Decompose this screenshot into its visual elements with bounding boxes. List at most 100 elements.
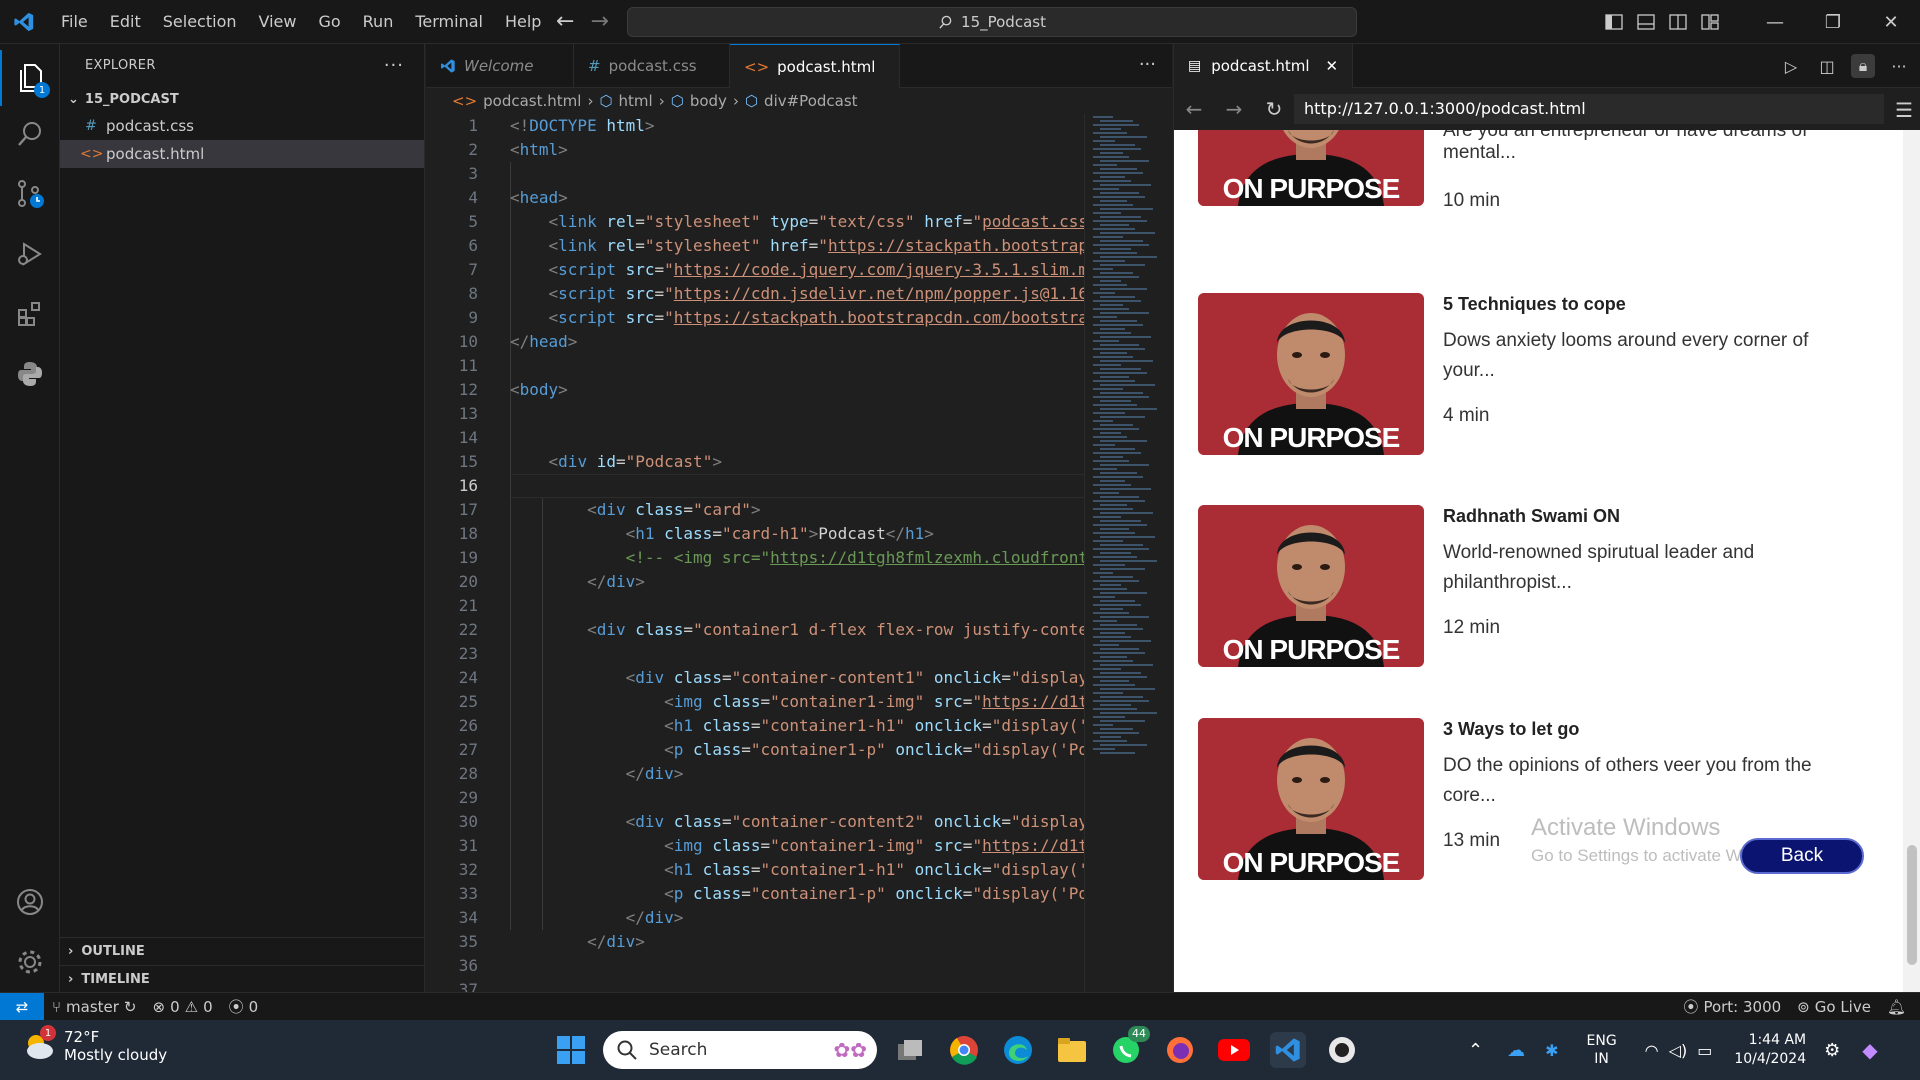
code-line[interactable]: 36 bbox=[426, 954, 1084, 978]
weather-widget[interactable]: 1 72°F Mostly cloudy bbox=[22, 1025, 167, 1064]
code-line[interactable]: 6 <link rel="stylesheet" href="https://s… bbox=[426, 234, 1084, 258]
explorer-icon[interactable]: 1 bbox=[0, 50, 60, 106]
outline-section[interactable]: › OUTLINE bbox=[60, 937, 425, 965]
code-line[interactable]: 35 </div> bbox=[426, 930, 1084, 954]
language-indicator[interactable]: ENG IN bbox=[1587, 1032, 1617, 1068]
whatsapp-icon[interactable]: 44 bbox=[1108, 1026, 1150, 1068]
toggle-panel-icon[interactable] bbox=[1630, 0, 1662, 44]
more-actions-icon[interactable]: ··· bbox=[384, 55, 404, 76]
go-live-status[interactable]: ⊚ Go Live bbox=[1789, 998, 1879, 1016]
file-explorer-icon[interactable] bbox=[1054, 1032, 1090, 1068]
code-line[interactable]: 15 <div id="Podcast"> bbox=[426, 450, 1084, 474]
code-line[interactable]: 5 <link rel="stylesheet" type="text/css"… bbox=[426, 210, 1084, 234]
onedrive-icon[interactable]: ☁ bbox=[1507, 1040, 1525, 1061]
tab-preview[interactable]: ▤ podcast.html ✕ bbox=[1174, 44, 1354, 88]
episode-thumbnail[interactable]: ON PURPOSE bbox=[1198, 130, 1424, 206]
reload-icon[interactable]: ↻ bbox=[1254, 97, 1294, 121]
timeline-section[interactable]: › TIMELINE bbox=[60, 965, 425, 993]
remote-indicator-icon[interactable]: ⇄ bbox=[0, 992, 44, 1021]
code-line[interactable]: 11 bbox=[426, 354, 1084, 378]
code-line[interactable]: 16 bbox=[426, 474, 1084, 498]
run-debug-icon[interactable] bbox=[0, 226, 60, 282]
url-input[interactable]: http://127.0.0.1:3000/podcast.html bbox=[1294, 94, 1884, 124]
code-editor[interactable]: 1 <!DOCTYPE html> 2 <html> 3 4 <head> 5 <link r… bbox=[426, 114, 1084, 992]
editor-more-actions-icon[interactable]: ··· bbox=[1139, 54, 1156, 75]
code-line[interactable]: 12 <body> bbox=[426, 378, 1084, 402]
code-line[interactable]: 10 </head> bbox=[426, 330, 1084, 354]
tab-podcast-css[interactable]: # podcast.css bbox=[574, 44, 730, 88]
back-arrow-icon[interactable]: ← bbox=[556, 8, 574, 36]
more-actions-icon[interactable]: ··· bbox=[1887, 54, 1911, 78]
bluetooth-icon[interactable]: ✱ bbox=[1545, 1041, 1558, 1060]
code-line[interactable]: 19 <!-- <img src="https://d1tgh8fmlzexmh… bbox=[426, 546, 1084, 570]
chrome-icon[interactable] bbox=[946, 1032, 982, 1068]
command-center[interactable]: 15_Podcast bbox=[627, 7, 1357, 37]
branch-status[interactable]: ⑂ master ↻ bbox=[44, 998, 145, 1016]
copilot-icon[interactable]: ◆ bbox=[1862, 1038, 1877, 1062]
run-icon[interactable]: ▷ bbox=[1779, 54, 1803, 78]
menu-terminal[interactable]: Terminal bbox=[404, 0, 494, 44]
code-line[interactable]: 27 <p class="container1-p" onclick="disp… bbox=[426, 738, 1084, 762]
close-window-icon[interactable]: ✕ bbox=[1862, 0, 1920, 44]
code-line[interactable]: 23 bbox=[426, 642, 1084, 666]
menu-view[interactable]: View bbox=[248, 0, 308, 44]
code-line[interactable]: 26 <h1 class="container1-h1" onclick="di… bbox=[426, 714, 1084, 738]
code-line[interactable]: 8 <script src="https://cdn.jsdelivr.net/… bbox=[426, 282, 1084, 306]
clock[interactable]: 1:44 AM 10/4/2024 bbox=[1734, 1031, 1806, 1069]
file-podcast-css[interactable]: # podcast.css bbox=[60, 112, 424, 140]
episode-title[interactable]: Radhnath Swami ON bbox=[1443, 506, 1620, 527]
youtube-icon[interactable] bbox=[1216, 1032, 1252, 1068]
code-line[interactable]: 31 <img class="container1-img" src="http… bbox=[426, 834, 1084, 858]
code-line[interactable]: 30 <div class="container-content2" oncli… bbox=[426, 810, 1084, 834]
episode-title[interactable]: 5 Techniques to cope bbox=[1443, 294, 1626, 315]
toggle-sidebar-icon[interactable] bbox=[1598, 0, 1630, 44]
file-podcast-html[interactable]: <> podcast.html bbox=[60, 140, 424, 168]
code-line[interactable]: 37 bbox=[426, 978, 1084, 992]
breadcrumb-html[interactable]: html bbox=[619, 92, 653, 110]
edge-icon[interactable] bbox=[1000, 1032, 1036, 1068]
source-control-icon[interactable] bbox=[0, 166, 60, 222]
menu-help[interactable]: Help bbox=[494, 0, 552, 44]
problems-status[interactable]: ⊗ 0 ⚠ 0 bbox=[145, 998, 221, 1016]
settings-gear-icon[interactable]: ⚙ bbox=[1824, 1040, 1840, 1061]
forward-arrow-icon[interactable]: → bbox=[590, 8, 608, 36]
code-line[interactable]: 24 <div class="container-content1" oncli… bbox=[426, 666, 1084, 690]
split-editor-icon[interactable]: ◫ bbox=[1815, 54, 1839, 78]
tab-welcome[interactable]: Welcome bbox=[426, 44, 574, 88]
code-line[interactable]: 29 bbox=[426, 786, 1084, 810]
workspace-folder[interactable]: ⌄ 15_PODCAST bbox=[60, 86, 424, 112]
code-line[interactable]: 34 </div> bbox=[426, 906, 1084, 930]
vscode-taskbar-icon[interactable] bbox=[1270, 1032, 1306, 1068]
code-line[interactable]: 22 <div class="container1 d-flex flex-ro… bbox=[426, 618, 1084, 642]
back-button[interactable]: Back bbox=[1740, 838, 1864, 874]
code-line[interactable]: 17 <div class="card"> bbox=[426, 498, 1084, 522]
port-status[interactable]: ⦿ Port: 3000 bbox=[1675, 996, 1789, 1017]
lock-icon[interactable]: 🔒︎ bbox=[1851, 54, 1875, 78]
menu-go[interactable]: Go bbox=[307, 0, 351, 44]
forward-arrow-icon[interactable]: → bbox=[1214, 97, 1254, 121]
code-line[interactable]: 33 <p class="container1-p" onclick="disp… bbox=[426, 882, 1084, 906]
back-arrow-icon[interactable]: ← bbox=[1174, 97, 1214, 121]
ports-status[interactable]: ⦿ 0 bbox=[221, 996, 267, 1017]
code-line[interactable]: 7 <script src="https://code.jquery.com/j… bbox=[426, 258, 1084, 282]
code-line[interactable]: 3 bbox=[426, 162, 1084, 186]
breadcrumb-div[interactable]: div#Podcast bbox=[764, 92, 857, 110]
breadcrumb-body[interactable]: body bbox=[690, 92, 727, 110]
code-line[interactable]: 13 bbox=[426, 402, 1084, 426]
extensions-icon[interactable] bbox=[0, 286, 60, 342]
menu-file[interactable]: File bbox=[50, 0, 99, 44]
settings-gear-icon[interactable] bbox=[0, 934, 60, 990]
episode-title[interactable]: 3 Ways to let go bbox=[1443, 719, 1579, 740]
battery-icon[interactable]: ▭ bbox=[1697, 1041, 1712, 1060]
search-view-icon[interactable] bbox=[0, 106, 60, 162]
code-line[interactable]: 18 <h1 class="card-h1">Podcast</h1> bbox=[426, 522, 1084, 546]
wifi-icon[interactable]: ◠ bbox=[1645, 1041, 1659, 1060]
code-line[interactable]: 21 bbox=[426, 594, 1084, 618]
close-icon[interactable]: ✕ bbox=[1326, 57, 1339, 75]
code-line[interactable]: 32 <h1 class="container1-h1" onclick="di… bbox=[426, 858, 1084, 882]
chevron-up-icon[interactable]: ⌃ bbox=[1468, 1040, 1483, 1061]
menu-run[interactable]: Run bbox=[352, 0, 405, 44]
menu-icon[interactable]: ☰ bbox=[1895, 98, 1913, 122]
app-icon[interactable] bbox=[1324, 1032, 1360, 1068]
toggle-secondary-sidebar-icon[interactable] bbox=[1662, 0, 1694, 44]
